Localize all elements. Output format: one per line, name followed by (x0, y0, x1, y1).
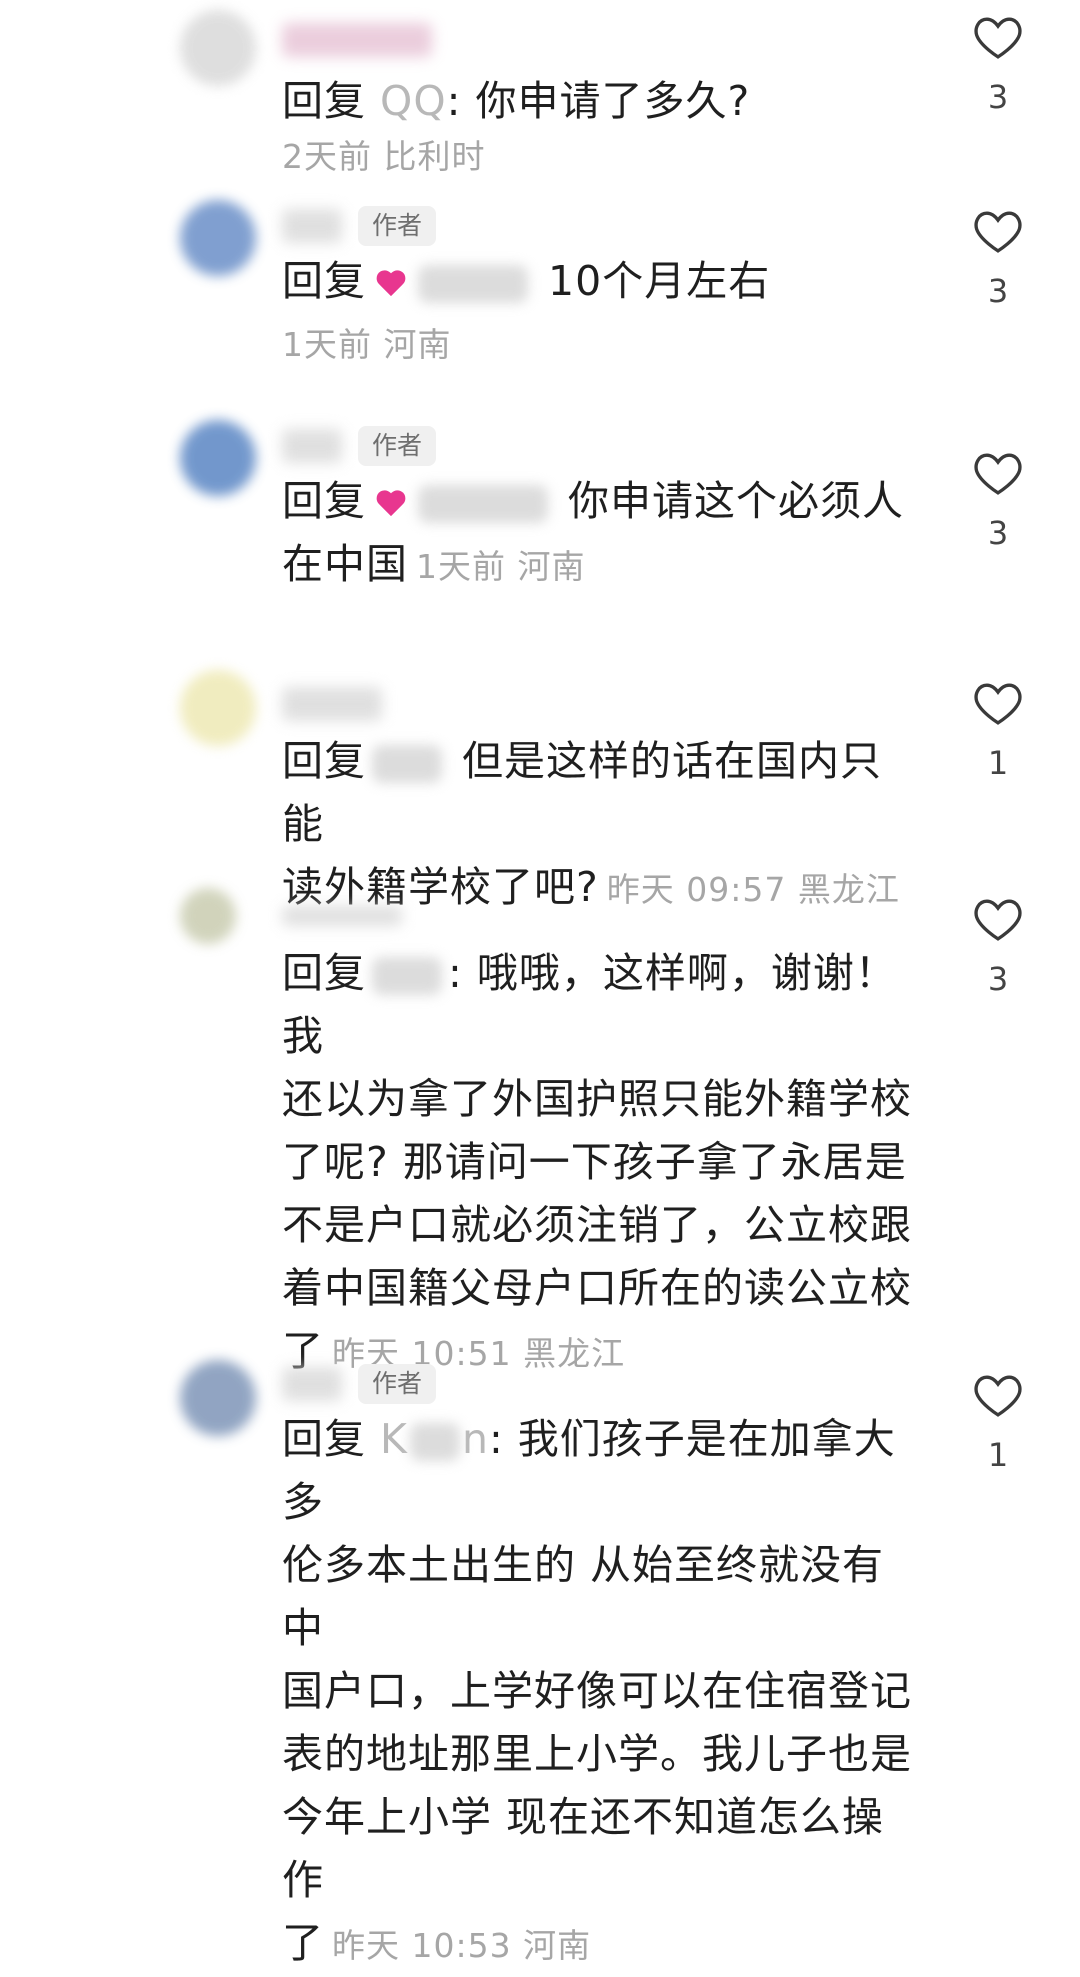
like-button[interactable]: 1 (968, 1372, 1028, 1474)
comment-line: 表的地址那里上小学。我儿子也是 (282, 1730, 912, 1778)
reply-prefix: 回复 (282, 949, 366, 997)
author-badge: 作者 (358, 1364, 437, 1404)
like-button[interactable]: 3 (968, 896, 1028, 998)
comment-meta: 2天前 比利时 (282, 137, 486, 176)
comment-line: 回复: 哦哦，这样啊，谢谢！我 (282, 942, 922, 1068)
comment-body: 回复 你申请这个必须人 在中国 1天前 河南 (282, 470, 922, 598)
heart-outline-icon[interactable] (972, 208, 1024, 254)
reply-prefix: 回复 (282, 1415, 366, 1463)
comment-text-line: : 我们孩子是在加拿大多 (282, 1415, 896, 1526)
username-blurred[interactable] (282, 209, 342, 243)
like-button[interactable]: 3 (968, 14, 1028, 116)
heart-outline-icon[interactable] (972, 14, 1024, 60)
comment-body: 回复: 哦哦，这样啊，谢谢！我 还以为拿了外国护照只能外籍学校 了呢? 那请问一… (282, 942, 922, 1385)
like-count: 1 (987, 744, 1009, 782)
comment-line: 了昨天 10:53 河南 (282, 1912, 922, 1977)
username-row (282, 894, 402, 938)
like-count: 3 (987, 272, 1009, 310)
like-count: 1 (987, 1436, 1009, 1474)
comment-body: 回复 Kn: 我们孩子是在加拿大多 伦多本土出生的 从始至终就没有中 国户口，上… (282, 1408, 922, 1977)
mention-username[interactable]: K (380, 1415, 408, 1463)
comment-line: 回复 但是这样的话在国内只能 (282, 730, 922, 856)
comment-meta: 1天前 河南 (282, 325, 452, 364)
comment-text-line: 你申请这个必须人 (568, 477, 905, 525)
username-row: 作者 (282, 424, 437, 468)
comment-meta: 昨天 09:57 黑龙江 (606, 870, 900, 909)
comment-text-line: 了 (282, 1919, 324, 1967)
username-blurred[interactable] (282, 23, 432, 57)
mention-username-tail[interactable]: n (462, 1415, 489, 1463)
author-badge: 作者 (358, 206, 437, 246)
comment-meta: 1天前 河南 (416, 547, 586, 586)
comment-body: 回复 但是这样的话在国内只能 读外籍学校了吧? 昨天 09:57 黑龙江 (282, 730, 922, 921)
avatar[interactable] (180, 1360, 256, 1436)
comment-line: 在中国 1天前 河南 (282, 533, 922, 598)
like-count: 3 (987, 78, 1009, 116)
avatar[interactable] (180, 10, 256, 86)
comment-line: 了呢? 那请问一下孩子拿了永居是 (282, 1138, 907, 1186)
comment-line: 今年上小学 现在还不知道怎么操作 (282, 1793, 885, 1904)
username-row (282, 18, 432, 62)
username-row: 作者 (282, 1362, 437, 1406)
comment-line: 回复 你申请这个必须人 (282, 470, 922, 533)
mention-blurred[interactable] (372, 957, 442, 995)
username-blurred[interactable] (282, 687, 382, 721)
mention-username[interactable]: QQ (380, 77, 447, 125)
comment-body: 回复 QQ: 你申请了多久? (282, 70, 922, 133)
mention-blurred[interactable] (418, 265, 528, 303)
avatar[interactable] (180, 670, 256, 746)
pink-heart-emoji-icon (376, 489, 406, 519)
mention-blurred[interactable] (418, 485, 548, 523)
comment-line: 着中国籍父母户口所在的读公立校 (282, 1264, 912, 1312)
comment-line: 不是户口就必须注销了，公立校跟 (282, 1201, 912, 1249)
mention-blurred[interactable] (409, 1423, 460, 1461)
comment-line: 国户口，上学好像可以在住宿登记 (282, 1667, 912, 1715)
like-button[interactable]: 3 (968, 450, 1028, 552)
comment-line: 回复 Kn: 我们孩子是在加拿大多 (282, 1408, 922, 1534)
avatar[interactable] (180, 200, 256, 276)
comment-text-line: 在中国 (282, 540, 408, 588)
comment-line: 伦多本土出生的 从始至终就没有中 (282, 1541, 885, 1652)
comment-line: 还以为拿了外国护照只能外籍学校 (282, 1075, 912, 1123)
like-count: 3 (987, 960, 1009, 998)
reply-prefix: 回复 (282, 77, 366, 125)
avatar[interactable] (180, 420, 256, 496)
comment-text: 10个月左右 (548, 257, 771, 305)
heart-outline-icon[interactable] (972, 450, 1024, 496)
comment-body: 回复 10个月左右 (282, 250, 922, 313)
username-row (282, 682, 382, 726)
pink-heart-emoji-icon (376, 269, 406, 299)
like-count: 3 (987, 514, 1009, 552)
username-row: 作者 (282, 204, 437, 248)
mention-blurred[interactable] (372, 745, 442, 783)
like-button[interactable]: 3 (968, 208, 1028, 310)
username-blurred[interactable] (282, 429, 342, 463)
author-badge: 作者 (358, 426, 437, 466)
reply-prefix: 回复 (282, 737, 366, 785)
heart-outline-icon[interactable] (972, 1372, 1024, 1418)
reply-prefix: 回复 (282, 257, 366, 305)
like-button[interactable]: 1 (968, 680, 1028, 782)
reply-prefix: 回复 (282, 477, 366, 525)
username-blurred[interactable] (282, 906, 402, 926)
comment-meta: 昨天 10:53 河南 (332, 1926, 592, 1965)
username-blurred[interactable] (282, 1367, 342, 1401)
avatar[interactable] (180, 888, 236, 944)
comment-text: : 你申请了多久? (446, 77, 751, 125)
heart-outline-icon[interactable] (972, 896, 1024, 942)
heart-outline-icon[interactable] (972, 680, 1024, 726)
